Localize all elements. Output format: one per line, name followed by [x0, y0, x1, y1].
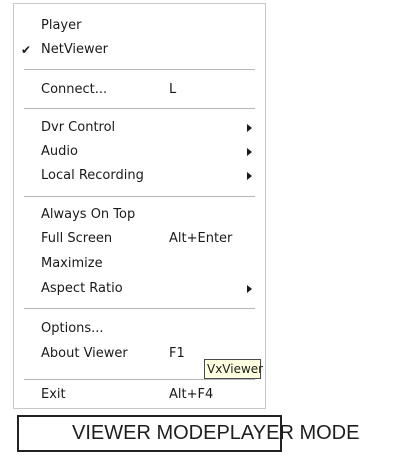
menu-item-label: Aspect Ratio — [41, 281, 123, 296]
menu-item-always-on-top[interactable]: Always On Top — [14, 203, 265, 227]
menu-item-label: NetViewer — [41, 42, 109, 57]
menu-item-player[interactable]: Player — [14, 14, 265, 38]
menu-item-maximize[interactable]: Maximize — [14, 252, 265, 276]
menu-item-aspect-ratio[interactable]: Aspect Ratio — [14, 277, 265, 301]
menu-item-shortcut: L — [169, 82, 177, 97]
submenu-arrow-icon — [247, 148, 252, 156]
checkmark-icon: ✔ — [21, 43, 32, 57]
context-menu: Player ✔ NetViewer Connect... L Dvr Cont… — [13, 3, 266, 409]
menu-item-label: About Viewer — [41, 346, 128, 361]
submenu-arrow-icon — [247, 172, 252, 180]
menu-item-label: Maximize — [41, 256, 103, 271]
menu-item-label: Options... — [41, 321, 104, 336]
submenu-arrow-icon — [247, 285, 252, 293]
menu-separator — [24, 308, 255, 309]
menu-item-label: Connect... — [41, 82, 108, 97]
tooltip: VxViewer — [204, 359, 263, 379]
menu-item-local-recording[interactable]: Local Recording — [14, 164, 265, 188]
menu-separator — [24, 379, 255, 380]
menu-separator — [24, 69, 255, 70]
menu-item-label: Always On Top — [41, 207, 136, 222]
menu-item-label: Full Screen — [41, 231, 113, 246]
menu-item-label: Audio — [41, 144, 78, 159]
menu-item-audio[interactable]: Audio — [14, 140, 265, 164]
menu-item-shortcut: Alt+F4 — [169, 387, 214, 402]
menu-item-shortcut: Alt+Enter — [169, 231, 233, 246]
menu-item-netviewer[interactable]: ✔ NetViewer — [14, 38, 265, 62]
submenu-arrow-icon — [247, 124, 252, 132]
menu-item-full-screen[interactable]: Full Screen Alt+Enter — [14, 227, 265, 251]
menu-item-exit[interactable]: Exit Alt+F4 — [14, 383, 265, 407]
menu-item-shortcut: F1 — [169, 346, 185, 361]
menu-item-label: Local Recording — [41, 168, 144, 183]
menu-item-dvr-control[interactable]: Dvr Control — [14, 116, 265, 140]
menu-item-options[interactable]: Options... — [14, 317, 265, 341]
mode-bar-label: VIEWER MODEPLAYER MODE — [72, 422, 360, 444]
menu-item-label: Player — [41, 18, 82, 33]
menu-separator — [24, 196, 255, 197]
menu-item-label: Dvr Control — [41, 120, 116, 135]
menu-item-connect[interactable]: Connect... L — [14, 78, 265, 102]
menu-item-label: Exit — [41, 387, 66, 402]
menu-separator — [24, 108, 255, 109]
